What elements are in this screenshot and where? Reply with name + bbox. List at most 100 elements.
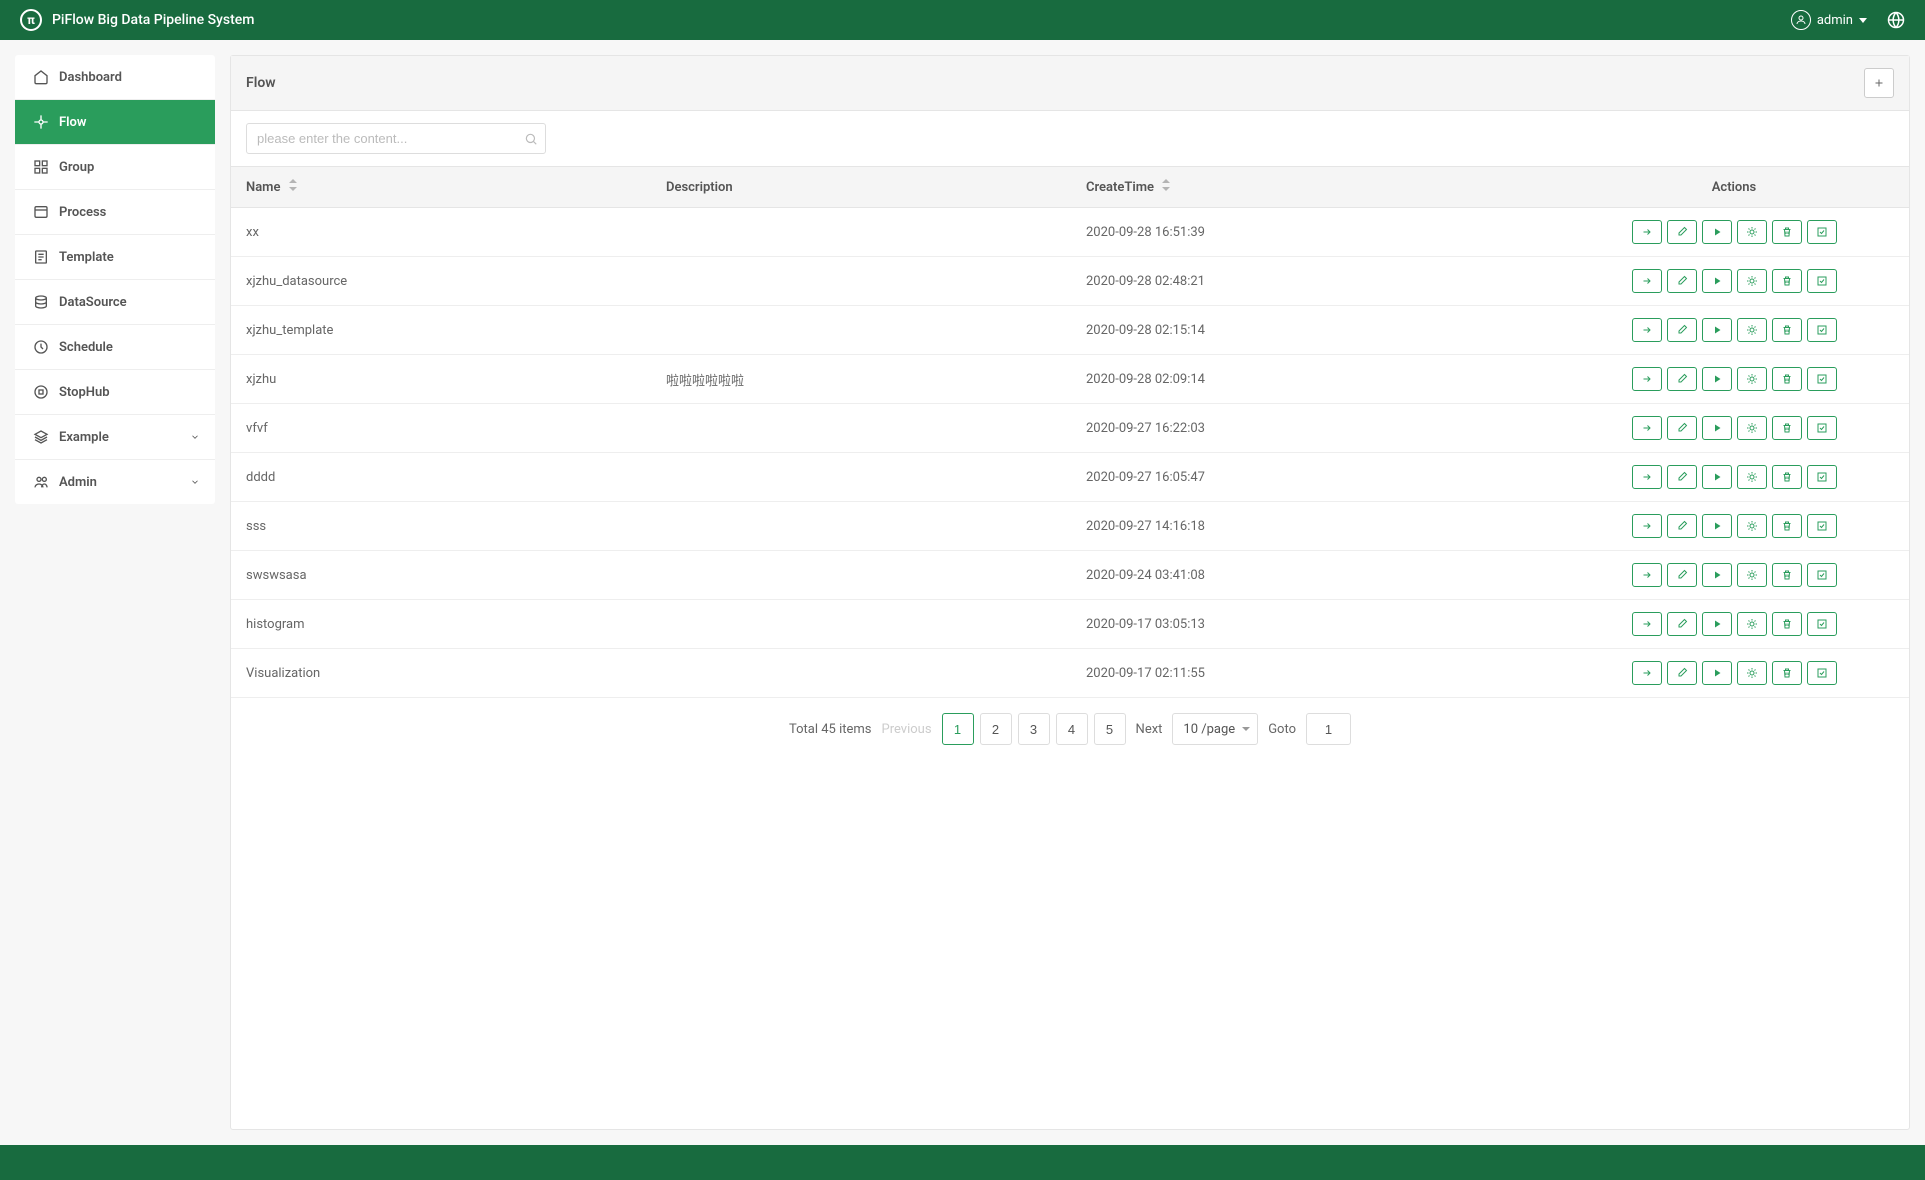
delete-button[interactable] — [1772, 465, 1802, 489]
debug-button[interactable] — [1737, 416, 1767, 440]
col-description[interactable]: Description — [651, 167, 1071, 208]
col-name[interactable]: Name — [231, 167, 651, 208]
edit-button[interactable] — [1667, 367, 1697, 391]
download-button[interactable] — [1807, 318, 1837, 342]
header-right: admin — [1791, 10, 1905, 30]
download-button[interactable] — [1807, 563, 1837, 587]
sidebar-item-process[interactable]: Process — [15, 190, 215, 235]
play-button[interactable] — [1702, 661, 1732, 685]
delete-button[interactable] — [1772, 318, 1802, 342]
play-button[interactable] — [1702, 367, 1732, 391]
sidebar-item-stophub[interactable]: StopHub — [15, 370, 215, 415]
sidebar-item-schedule[interactable]: Schedule — [15, 325, 215, 370]
delete-button[interactable] — [1772, 612, 1802, 636]
download-button[interactable] — [1807, 367, 1837, 391]
sidebar-item-datasource[interactable]: DataSource — [15, 280, 215, 325]
edit-button[interactable] — [1667, 661, 1697, 685]
sidebar-item-admin[interactable]: Admin — [15, 460, 215, 504]
page-1[interactable]: 1 — [942, 713, 974, 745]
debug-button[interactable] — [1737, 220, 1767, 244]
play-button[interactable] — [1702, 465, 1732, 489]
play-icon — [1711, 324, 1723, 336]
globe-icon[interactable] — [1887, 11, 1905, 29]
enter-button[interactable] — [1632, 563, 1662, 587]
delete-button[interactable] — [1772, 367, 1802, 391]
debug-icon — [1746, 226, 1758, 238]
play-button[interactable] — [1702, 269, 1732, 293]
download-button[interactable] — [1807, 612, 1837, 636]
edit-button[interactable] — [1667, 465, 1697, 489]
download-button[interactable] — [1807, 220, 1837, 244]
delete-icon — [1781, 373, 1793, 385]
enter-button[interactable] — [1632, 465, 1662, 489]
edit-button[interactable] — [1667, 612, 1697, 636]
play-button[interactable] — [1702, 220, 1732, 244]
enter-icon — [1641, 520, 1653, 532]
enter-button[interactable] — [1632, 416, 1662, 440]
edit-button[interactable] — [1667, 514, 1697, 538]
enter-button[interactable] — [1632, 514, 1662, 538]
add-button[interactable] — [1864, 68, 1894, 98]
debug-button[interactable] — [1737, 367, 1767, 391]
download-button[interactable] — [1807, 416, 1837, 440]
user-dropdown[interactable]: admin — [1791, 10, 1867, 30]
sidebar-item-label: Schedule — [59, 340, 113, 355]
delete-button[interactable] — [1772, 220, 1802, 244]
download-button[interactable] — [1807, 269, 1837, 293]
play-button[interactable] — [1702, 318, 1732, 342]
cell-actions — [1559, 649, 1909, 698]
debug-button[interactable] — [1737, 514, 1767, 538]
prev-button[interactable]: Previous — [882, 722, 932, 737]
edit-button[interactable] — [1667, 416, 1697, 440]
search-input[interactable] — [246, 123, 546, 154]
page-5[interactable]: 5 — [1094, 713, 1126, 745]
download-button[interactable] — [1807, 661, 1837, 685]
delete-button[interactable] — [1772, 514, 1802, 538]
sidebar-item-flow[interactable]: Flow — [15, 100, 215, 145]
edit-button[interactable] — [1667, 318, 1697, 342]
enter-button[interactable] — [1632, 612, 1662, 636]
delete-icon — [1781, 618, 1793, 630]
delete-button[interactable] — [1772, 416, 1802, 440]
enter-button[interactable] — [1632, 661, 1662, 685]
edit-icon — [1676, 520, 1688, 532]
col-createtime[interactable]: CreateTime — [1071, 167, 1559, 208]
page-2[interactable]: 2 — [980, 713, 1012, 745]
debug-icon — [1746, 373, 1758, 385]
download-button[interactable] — [1807, 465, 1837, 489]
debug-icon — [1746, 422, 1758, 434]
page-3[interactable]: 3 — [1018, 713, 1050, 745]
play-button[interactable] — [1702, 612, 1732, 636]
enter-button[interactable] — [1632, 269, 1662, 293]
edit-button[interactable] — [1667, 563, 1697, 587]
delete-button[interactable] — [1772, 661, 1802, 685]
sidebar-item-group[interactable]: Group — [15, 145, 215, 190]
delete-button[interactable] — [1772, 563, 1802, 587]
goto-input[interactable] — [1306, 713, 1351, 745]
edit-button[interactable] — [1667, 269, 1697, 293]
enter-button[interactable] — [1632, 318, 1662, 342]
sidebar-item-dashboard[interactable]: Dashboard — [15, 55, 215, 100]
debug-button[interactable] — [1737, 269, 1767, 293]
edit-button[interactable] — [1667, 220, 1697, 244]
enter-button[interactable] — [1632, 220, 1662, 244]
play-button[interactable] — [1702, 514, 1732, 538]
debug-button[interactable] — [1737, 661, 1767, 685]
sidebar-item-example[interactable]: Example — [15, 415, 215, 460]
play-button[interactable] — [1702, 563, 1732, 587]
next-button[interactable]: Next — [1136, 722, 1163, 737]
enter-button[interactable] — [1632, 367, 1662, 391]
download-button[interactable] — [1807, 514, 1837, 538]
debug-button[interactable] — [1737, 612, 1767, 636]
per-page-select[interactable]: 10 /page — [1172, 713, 1258, 745]
delete-button[interactable] — [1772, 269, 1802, 293]
cell-description — [651, 208, 1071, 257]
cell-name: histogram — [231, 600, 651, 649]
play-button[interactable] — [1702, 416, 1732, 440]
debug-button[interactable] — [1737, 563, 1767, 587]
cell-description — [651, 600, 1071, 649]
debug-button[interactable] — [1737, 465, 1767, 489]
debug-button[interactable] — [1737, 318, 1767, 342]
page-4[interactable]: 4 — [1056, 713, 1088, 745]
sidebar-item-template[interactable]: Template — [15, 235, 215, 280]
